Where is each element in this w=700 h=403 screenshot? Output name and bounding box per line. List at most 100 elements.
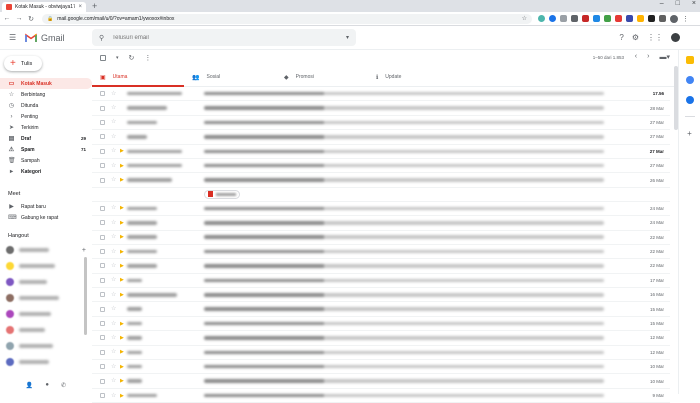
minimize-button[interactable]: – [660,0,664,7]
extension-icon[interactable] [637,15,644,22]
star-icon[interactable]: ☆ [111,364,117,370]
important-marker-icon[interactable]: ▶ [120,349,125,355]
important-marker-icon[interactable]: ▶ [120,249,125,255]
help-icon[interactable]: ? [619,33,623,42]
row-checkbox[interactable] [100,234,105,240]
add-contact-icon[interactable]: + [82,247,86,254]
table-row[interactable]: ☆ 27 Mar [92,130,670,145]
browser-tab[interactable]: Kotak Masuk - obviwjaya17@y... × [2,2,86,12]
join-meeting-item[interactable]: ⌨ Gabung ke rapat [0,212,92,223]
hangout-contact[interactable] [6,306,86,322]
star-icon[interactable]: ☆ [111,105,117,111]
star-icon[interactable]: ☆ [111,148,117,154]
extension-icon[interactable] [593,15,600,22]
extension-icon[interactable] [560,15,567,22]
row-checkbox[interactable] [100,134,105,140]
hangout-contact[interactable] [6,322,86,338]
tasks-icon[interactable] [685,76,694,84]
table-row[interactable]: ☆ ▶ 16 Mar [92,288,670,303]
star-icon[interactable]: ☆ [111,378,117,384]
table-row[interactable]: ☆ 28 Mar [92,101,670,116]
back-arrow-icon[interactable]: ← [2,15,12,22]
table-row[interactable]: ☆ ▶ 26 Mar [92,173,670,188]
sidebar-item-starred[interactable]: ☆ Berbintang [0,89,92,100]
hangout-contact[interactable] [6,274,86,290]
search-input[interactable] [112,34,338,41]
important-marker-icon[interactable]: ▶ [120,378,125,384]
tab-social[interactable]: 👥 Sosial [184,68,276,86]
row-checkbox[interactable] [100,292,105,298]
row-checkbox[interactable] [100,119,105,125]
star-icon[interactable]: ☆ [111,263,117,269]
table-row[interactable]: ☆ ▶ 12 Mar [92,346,670,361]
row-checkbox[interactable] [100,335,105,341]
extension-icon[interactable] [582,15,589,22]
important-marker-icon[interactable]: ▶ [120,163,125,169]
next-page-icon[interactable]: › [647,53,649,61]
sidebar-item-important[interactable]: › Penting [0,111,92,122]
important-marker-icon[interactable]: ▶ [120,148,125,154]
important-marker-icon[interactable]: ▶ [120,234,125,240]
important-marker-icon[interactable]: ▶ [120,364,125,370]
settings-gear-icon[interactable]: ⚙ [632,33,639,42]
profile-avatar[interactable] [670,14,678,23]
sidebar-item-categories[interactable]: ▸ Kategori [0,166,92,177]
forward-arrow-icon[interactable]: → [14,15,24,22]
star-icon[interactable]: ☆ [111,393,117,399]
row-checkbox[interactable] [100,306,105,312]
table-row[interactable]: ☆ ▶ 12 Mar [92,331,670,346]
sidebar-item-snoozed[interactable]: ◷ Ditunda [0,100,92,111]
chat-bubble-icon[interactable]: ● [45,382,49,389]
important-marker-icon[interactable]: ▶ [120,321,125,327]
table-row[interactable]: ☆ ▶ 24 Mar [92,202,670,217]
row-checkbox[interactable] [100,321,105,327]
compose-button[interactable]: + Tulis [4,56,42,71]
star-icon[interactable]: ☆ [111,177,117,183]
sidebar-item-drafts[interactable]: ▤ Draf 29 [0,133,92,144]
table-row[interactable]: ☆ ▶ 10 Mar [92,360,670,375]
person-icon[interactable]: 👤 [26,382,33,389]
gmail-logo[interactable]: Gmail [25,33,65,43]
row-checkbox[interactable] [100,263,105,269]
search-options-icon[interactable]: ▾ [346,34,349,41]
star-icon[interactable]: ☆ [111,335,117,341]
new-meeting-item[interactable]: ▶ Rapat baru [0,201,92,212]
puzzle-icon[interactable] [659,15,666,22]
star-icon[interactable]: ☆ [111,292,117,298]
table-row[interactable]: ☆ ▶ 10 Mar [92,374,670,389]
table-row[interactable]: ☆ ▶ 22 Mar [92,231,670,245]
extension-icon[interactable] [626,15,633,22]
star-icon[interactable]: ☆ [111,134,117,140]
star-icon[interactable]: ☆ [111,277,117,283]
table-row[interactable]: ☆ ▶ 15 Mar [92,317,670,332]
phone-icon[interactable]: ✆ [61,382,66,389]
star-icon[interactable]: ☆ [111,234,117,240]
row-checkbox[interactable] [100,163,105,169]
contacts-icon[interactable] [685,96,694,104]
search-icon[interactable]: ⚲ [99,34,104,42]
select-all-checkbox[interactable] [100,55,106,61]
extension-icon[interactable] [571,15,578,22]
extension-icon[interactable] [615,15,622,22]
hangout-contact[interactable] [6,258,86,274]
star-icon[interactable]: ☆ [111,349,117,355]
table-row[interactable]: ☆ ▶ 27 Mar [92,159,670,174]
hangout-contact[interactable] [6,290,86,306]
table-row[interactable]: ☆ 27 Mar [92,116,670,131]
main-menu-icon[interactable]: ☰ [9,33,17,42]
row-checkbox[interactable] [100,148,105,154]
tab-primary[interactable]: ▣ Utama [92,68,184,87]
prev-page-icon[interactable]: ‹ [635,53,637,61]
browser-menu-icon[interactable]: ⋮ [682,15,689,23]
sidebar-item-sent[interactable]: ➤ Terkirim [0,122,92,133]
row-checkbox[interactable] [100,349,105,355]
table-row[interactable]: ☆ ▶ 22 Mar [92,259,670,274]
table-row[interactable]: ☆ 17.56 [92,87,670,102]
table-row[interactable]: ☆ ▶ 22 Mar [92,245,670,260]
table-row[interactable]: ☆ ▶ 27 Mar [92,145,670,159]
important-marker-icon[interactable]: ▶ [120,335,125,341]
star-icon[interactable]: ☆ [111,119,117,125]
table-row[interactable]: ☆ 15 Mar [92,302,670,317]
important-marker-icon[interactable]: ▶ [120,205,125,211]
sidebar-item-inbox[interactable]: ▭ Kotak Masuk [0,78,92,89]
